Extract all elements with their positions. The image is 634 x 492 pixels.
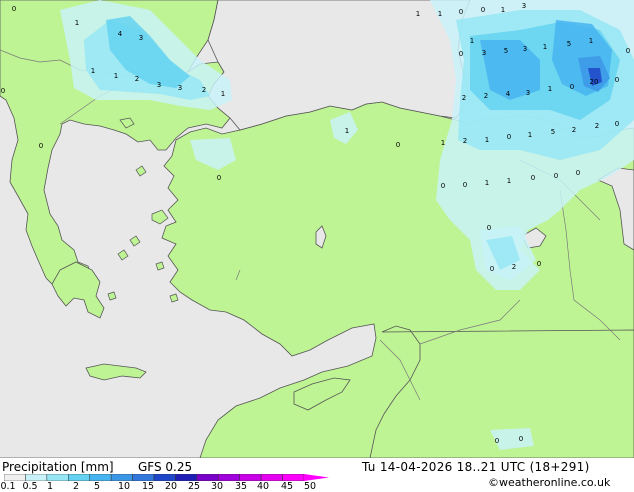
precip-value-label: 2 xyxy=(202,86,206,94)
precip-value-label: 1 xyxy=(543,43,547,51)
precip-value-label: 1 xyxy=(528,131,532,139)
precip-value-label: 0 xyxy=(12,5,16,13)
legend-label: 25 xyxy=(187,481,201,492)
precip-value-label: 1 xyxy=(416,10,420,18)
legend-label: 40 xyxy=(256,481,270,492)
precip-value-label: 2 xyxy=(463,137,467,145)
precip-value-label: 5 xyxy=(504,47,508,55)
precip-value-label: 1 xyxy=(75,19,79,27)
legend-label: 15 xyxy=(141,481,155,492)
legend-swatch xyxy=(175,474,198,481)
legend-label: 0.5 xyxy=(22,481,38,492)
precip-value-label: 1 xyxy=(485,179,489,187)
precip-value-label: 0 xyxy=(39,142,43,150)
precip-value-label: 2 xyxy=(572,126,576,134)
legend-label: 1 xyxy=(46,481,54,492)
precip-value-label: 1 xyxy=(589,37,593,45)
precip-value-label: 5 xyxy=(551,128,555,136)
precip-value-label: 1 xyxy=(507,177,511,185)
legend-label: 5 xyxy=(93,481,101,492)
legend-swatch xyxy=(132,474,155,481)
precip-value-label: 3 xyxy=(526,89,530,97)
legend-label: 45 xyxy=(280,481,294,492)
valid-time: Tu 14-04-2026 18..21 UTC (18+291) xyxy=(362,460,590,474)
credit-link[interactable]: ©weatheronline.co.uk xyxy=(488,476,610,489)
precip-value-label: 0 xyxy=(537,260,541,268)
precip-value-label: 0 xyxy=(459,8,463,16)
precip-value-label: 0 xyxy=(570,83,574,91)
precip-value-label: 2 xyxy=(462,94,466,102)
precip-value-label: 1 xyxy=(91,67,95,75)
precip-value-label: 0 xyxy=(441,182,445,190)
precip-value-label: 3 xyxy=(178,84,182,92)
precip-value-label: 0 xyxy=(495,437,499,445)
precip-value-label: 1 xyxy=(548,85,552,93)
precip-value-label: 3 xyxy=(139,34,143,42)
precip-value-label: 0 xyxy=(615,76,619,84)
precip-value-label: 20 xyxy=(590,78,599,86)
precip-value-label: 1 xyxy=(438,10,442,18)
precip-value-label: 0 xyxy=(217,174,221,182)
legend-label: 50 xyxy=(303,481,317,492)
precip-value-label: 0 xyxy=(459,50,463,58)
legend-swatch xyxy=(153,474,176,481)
legend-label: 10 xyxy=(117,481,131,492)
legend-swatch xyxy=(196,474,219,481)
legend-swatch xyxy=(218,474,240,481)
precipitation-title: Precipitation [mm] xyxy=(2,460,114,474)
precip-value-label: 3 xyxy=(523,45,527,53)
legend-label: 20 xyxy=(164,481,178,492)
precip-value-label: 0 xyxy=(1,87,5,95)
precip-value-label: 0 xyxy=(626,47,630,55)
legend-swatch xyxy=(110,474,133,481)
precip-value-label: 0 xyxy=(481,6,485,14)
precip-value-label: 1 xyxy=(114,72,118,80)
precip-value-label: 4 xyxy=(506,90,511,98)
precip-value-label: 3 xyxy=(522,2,526,10)
precip-value-label: 1 xyxy=(221,90,225,98)
precip-value-label: 0 xyxy=(396,141,400,149)
precip-value-label: 3 xyxy=(157,81,161,89)
precip-value-label: 2 xyxy=(595,122,599,130)
precip-value-label: 1 xyxy=(485,136,489,144)
legend-swatch xyxy=(282,474,305,481)
legend-colorbar xyxy=(4,474,329,481)
precip-value-label: 0 xyxy=(490,265,494,273)
precip-value-label: 0 xyxy=(487,224,491,232)
legend-swatch xyxy=(25,474,48,481)
legend-swatch xyxy=(260,474,283,481)
precip-value-label: 1 xyxy=(501,6,505,14)
precip-value-label: 2 xyxy=(512,263,516,271)
precip-value-label: 0 xyxy=(615,120,619,128)
precip-value-label: 5 xyxy=(567,40,571,48)
legend-swatch xyxy=(239,474,262,481)
legend-swatch xyxy=(89,474,112,481)
legend-swatch xyxy=(4,474,26,481)
precip-value-label: 4 xyxy=(118,30,123,38)
legend-arrow xyxy=(304,474,329,481)
precip-value-label: 0 xyxy=(554,172,558,180)
model-name: GFS 0.25 xyxy=(138,460,193,474)
legend-label: 0.1 xyxy=(0,481,16,492)
legend-label: 2 xyxy=(72,481,80,492)
precip-value-label: 1 xyxy=(441,139,445,147)
legend-label: 35 xyxy=(234,481,248,492)
precip-value-label: 1 xyxy=(470,37,474,45)
legend-swatch xyxy=(46,474,69,481)
precip-value-label: 0 xyxy=(507,133,511,141)
precip-value-label: 2 xyxy=(484,92,488,100)
precip-value-label: 0 xyxy=(463,181,467,189)
precip-value-label: 3 xyxy=(482,49,486,57)
precip-value-label: 0 xyxy=(576,169,580,177)
precip-value-label: 2 xyxy=(135,75,139,83)
legend-swatch xyxy=(68,474,90,481)
precip-value-label: 0 xyxy=(519,435,523,443)
precip-value-label: 1 xyxy=(345,127,349,135)
precip-value-label: 0 xyxy=(531,174,535,182)
precipitation-map: 0 1 4 3 1 1 2 3 3 2 1 0 0 0 1 0 1 1 0 0 1 3 0 1 3 5 3 1 5 1 0 2 2 4 3 1 0 20 0… xyxy=(0,0,634,458)
legend-label: 30 xyxy=(210,481,224,492)
